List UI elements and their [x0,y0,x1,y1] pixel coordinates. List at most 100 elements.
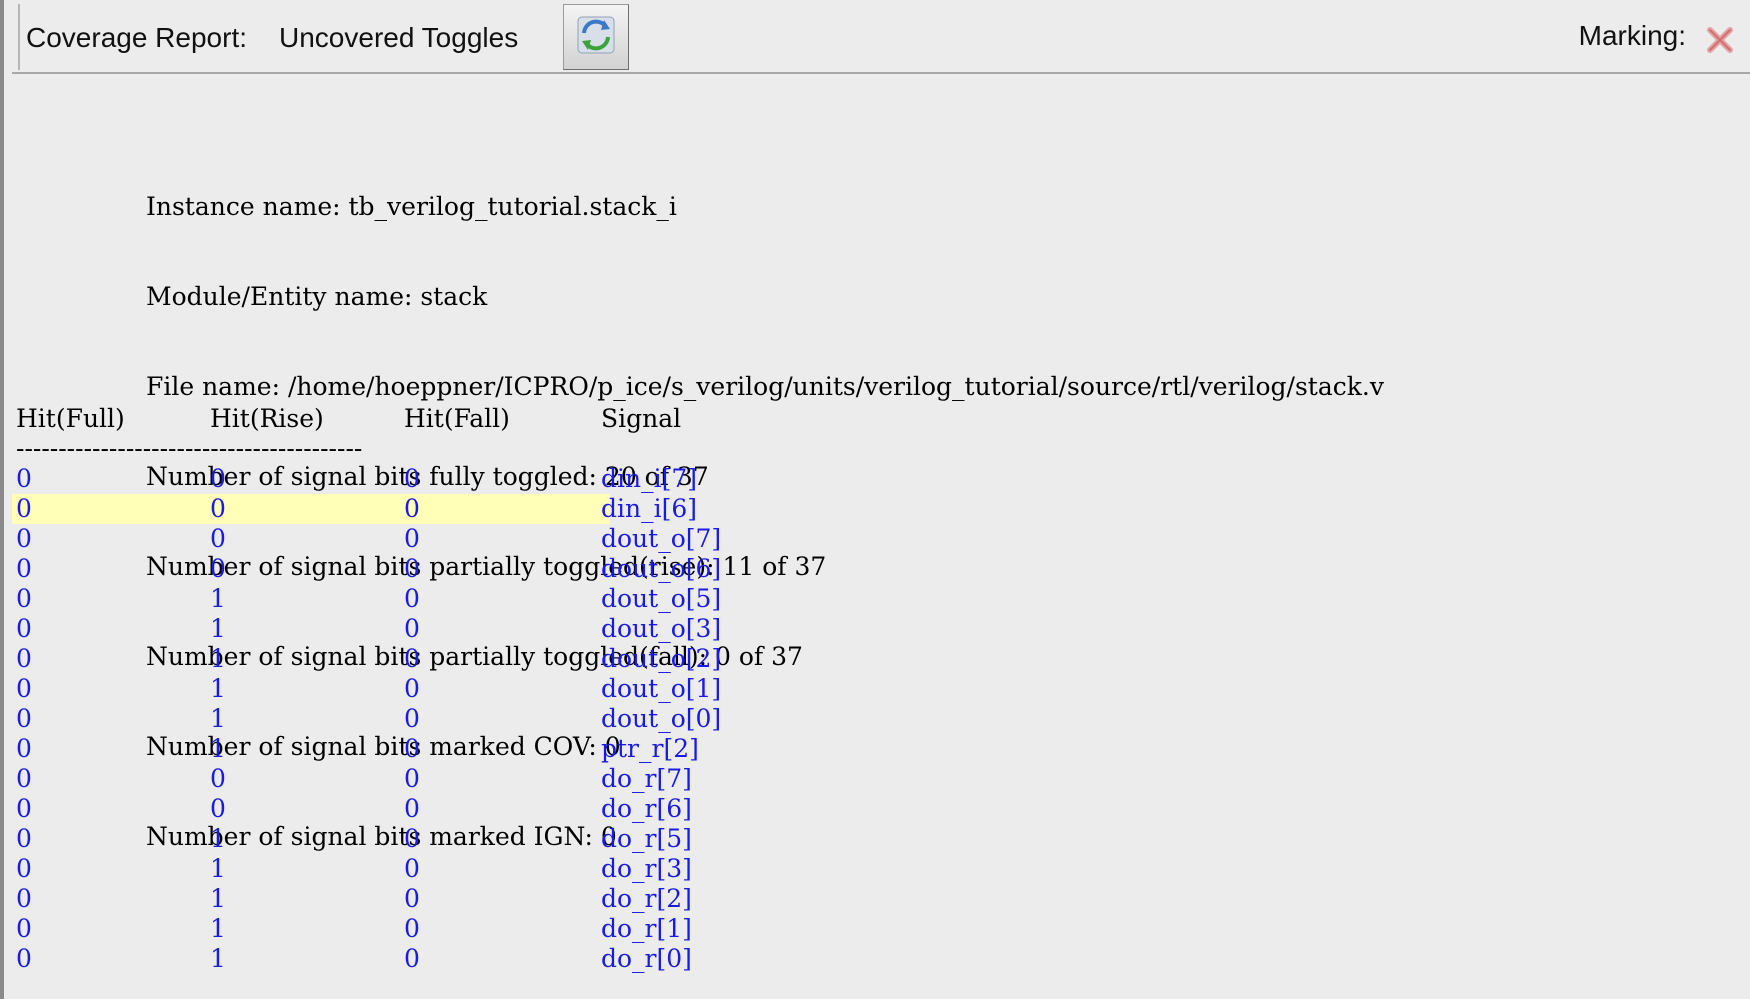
signal-link[interactable]: dout_o[5] [601,584,721,614]
hit-rise-value: 0 [210,494,226,523]
hit-rise-value: 1 [210,824,226,853]
hit-fall-value: 0 [404,494,420,523]
signal-link[interactable]: dout_o[6] [601,554,721,584]
hit-fall-value: 0 [404,734,420,763]
hit-full-value: 0 [16,464,32,493]
hit-fall-value: 0 [404,824,420,853]
hit-rise-value: 1 [210,734,226,763]
hit-fall-value: 0 [404,794,420,823]
refresh-button[interactable] [563,4,629,70]
hit-fall-value: 0 [404,914,420,943]
hit-rise-value: 0 [210,464,226,493]
signal-link[interactable]: do_r[5] [601,824,692,854]
hit-full-value: 0 [16,824,32,853]
coverage-report-window: Coverage Report: Uncovered Toggles Marki… [0,0,1750,999]
table-row[interactable]: 0 1 0 do_r[3] [12,854,1750,884]
hit-rise-value: 1 [210,674,226,703]
report-type-label: Uncovered Toggles [279,22,519,53]
signal-link[interactable]: do_r[2] [601,884,692,914]
table-row[interactable]: 0 1 0 do_r[5] [12,824,1750,854]
hit-rise-value: 0 [210,794,226,823]
signal-link[interactable]: dout_o[0] [601,704,721,734]
hit-full-value: 0 [16,914,32,943]
table-row[interactable]: 0 1 0 dout_o[5] [12,584,1750,614]
instance-name: Instance name: tb_verilog_tutorial.stack… [146,192,677,221]
table-row[interactable]: 0 1 0 dout_o[0] [12,704,1750,734]
table-row[interactable]: 0 1 0 dout_o[1] [12,674,1750,704]
hit-full-value: 0 [16,854,32,883]
hit-fall-value: 0 [404,764,420,793]
report-content: Instance name: tb_verilog_tutorial.stack… [12,74,1750,999]
hit-rise-value: 1 [210,644,226,673]
table-row[interactable]: 0 1 0 dout_o[2] [12,644,1750,674]
hit-fall-value: 0 [404,884,420,913]
hit-fall-value: 0 [404,584,420,613]
hit-fall-value: 0 [404,614,420,643]
column-header-hit-rise: Hit(Rise) [210,404,324,433]
hit-fall-value: 0 [404,854,420,883]
hit-full-value: 0 [16,614,32,643]
hit-rise-value: 1 [210,584,226,613]
signal-link[interactable]: dout_o[2] [601,644,721,674]
hit-full-value: 0 [16,494,32,523]
hit-rise-value: 0 [210,524,226,553]
marking-toggle-button[interactable] [1702,24,1738,60]
hit-rise-value: 1 [210,704,226,733]
hit-rise-value: 0 [210,764,226,793]
table-row[interactable]: 0 1 0 do_r[0] [12,944,1750,974]
hit-fall-value: 0 [404,644,420,673]
table-row[interactable]: 0 0 0 do_r[6] [12,794,1750,824]
hit-fall-value: 0 [404,704,420,733]
signal-link[interactable]: do_r[6] [601,794,692,824]
hit-rise-value: 1 [210,854,226,883]
signal-link[interactable]: dout_o[3] [601,614,721,644]
hit-rise-value: 0 [210,554,226,583]
column-header-hit-full: Hit(Full) [16,404,125,433]
signal-link[interactable]: ptr_r[2] [601,734,699,764]
table-row[interactable]: 0 1 0 do_r[1] [12,914,1750,944]
hit-fall-value: 0 [404,554,420,583]
table-row[interactable]: 0 1 0 do_r[2] [12,884,1750,914]
signal-link[interactable]: do_r[0] [601,944,692,974]
refresh-icon [574,13,618,62]
table-row[interactable]: 0 0 0 do_r[7] [12,764,1750,794]
signal-link[interactable]: din_i[7] [601,464,697,494]
table-row[interactable]: 0 0 0 din_i[7] [12,464,1750,494]
column-header-signal: Signal [601,404,682,433]
marking-label: Marking: [1578,20,1686,51]
hit-full-value: 0 [16,644,32,673]
hit-full-value: 0 [16,794,32,823]
hit-fall-value: 0 [404,464,420,493]
table-row[interactable]: 0 0 0 dout_o[6] [12,554,1750,584]
signal-link[interactable]: do_r[3] [601,854,692,884]
table-row[interactable]: 0 1 0 ptr_r[2] [12,734,1750,764]
column-header-hit-fall: Hit(Fall) [404,404,510,433]
hit-fall-value: 0 [404,944,420,973]
table-row[interactable]: 0 1 0 dout_o[3] [12,614,1750,644]
hit-rise-value: 1 [210,884,226,913]
signal-link[interactable]: do_r[1] [601,914,692,944]
signal-link[interactable]: din_i[6] [601,494,697,524]
hit-full-value: 0 [16,554,32,583]
close-icon [1705,25,1735,60]
signal-link[interactable]: dout_o[1] [601,674,721,704]
signal-link[interactable]: dout_o[7] [601,524,721,554]
hit-fall-value: 0 [404,674,420,703]
module-name: Module/Entity name: stack [146,282,488,311]
toggle-table: 0 0 0 din_i[7] 0 0 0 din_i[6] 0 0 0 dout_o[7] 0 0 0 dou… [12,464,1750,974]
hit-full-value: 0 [16,734,32,763]
file-name: File name: /home/hoeppner/ICPRO/p_ice/s_… [146,372,1384,401]
table-row[interactable]: 0 0 0 din_i[6] [12,494,1750,524]
signal-link[interactable]: do_r[7] [601,764,692,794]
window-left-border [0,0,4,999]
hit-full-value: 0 [16,674,32,703]
hit-full-value: 0 [16,524,32,553]
hit-fall-value: 0 [404,524,420,553]
hit-full-value: 0 [16,944,32,973]
hit-full-value: 0 [16,704,32,733]
coverage-report-label: Coverage Report: [26,22,248,53]
hit-full-value: 0 [16,584,32,613]
toolbar-separator [18,4,20,70]
table-row[interactable]: 0 0 0 dout_o[7] [12,524,1750,554]
hit-rise-value: 1 [210,914,226,943]
